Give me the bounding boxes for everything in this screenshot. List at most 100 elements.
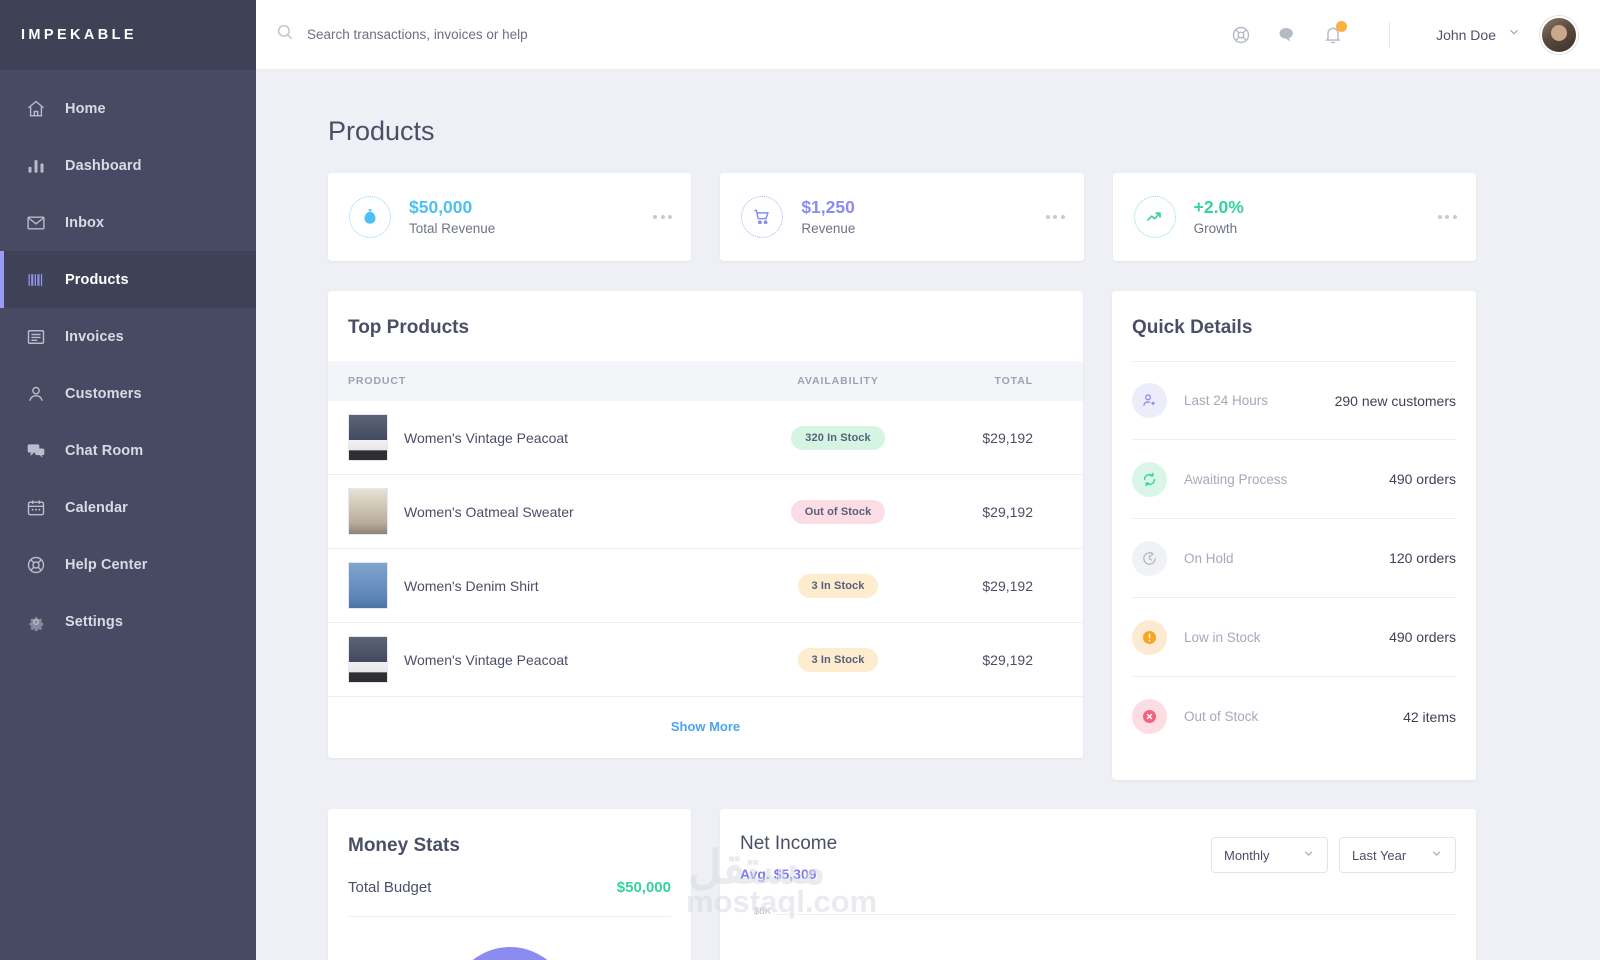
stat-label: Growth [1193,220,1238,236]
quick-details-row-out-of-stock: Out of Stock 42 items [1132,677,1456,756]
stat-cards: $50,000 Total Revenue $1,250 Revenue +2.… [328,173,1476,261]
stat-card-text: $50,000 Total Revenue [409,196,653,238]
product-thumbnail [348,636,388,683]
stat-value: $50,000 [409,197,473,218]
quick-details-label: Low in Stock [1184,629,1261,645]
sidebar-item-inbox[interactable]: Inbox [0,194,256,251]
chevron-down-icon [1430,847,1443,863]
bell-icon[interactable] [1323,20,1348,45]
bar-chart-icon [25,155,47,177]
brand-logo[interactable]: IMPEKABLE [0,0,256,70]
total-budget-value: $50,000 [616,879,671,896]
quick-details-value: 290 new customers [1334,392,1456,409]
quick-details-row-low-in-stock: Low in Stock 490 orders [1132,598,1456,677]
availability-cell: 3 In Stock [743,548,933,623]
quick-details-title: Quick Details [1132,317,1253,338]
stat-card-menu-button[interactable] [1045,215,1065,219]
sidebar-item-label: Calendar [65,499,128,516]
range-select-value: Last Year [1352,847,1407,863]
app-root: IMPEKABLE Home Dashboard Inbox Products … [0,0,1600,960]
close-circle-icon [1132,699,1167,734]
gear-icon [25,611,47,633]
sidebar-item-help-center[interactable]: Help Center [0,536,256,593]
top-bar: John Doe [256,0,1600,70]
net-income-title: Net Income [740,833,838,854]
lifebuoy-icon [25,554,47,576]
clock-icon [1132,540,1167,576]
total-budget-row: Total Budget $50,000 [348,879,671,917]
sidebar-item-invoices[interactable]: Invoices [0,308,256,365]
refresh-icon [1132,461,1167,497]
stat-card-menu-button[interactable] [653,215,673,219]
sidebar-item-chat-room[interactable]: Chat Room [0,422,256,479]
product-thumbnail [348,414,388,461]
quick-details-value: 490 orders [1389,629,1456,645]
stat-card-growth: +2.0% Growth [1112,173,1476,261]
sidebar-item-label: Invoices [65,328,124,345]
column-header-availability: AVAILABILITY [797,375,879,387]
stat-value: $1,250 [801,197,855,218]
sidebar-item-settings[interactable]: Settings [0,593,256,650]
range-select[interactable]: Last Year [1339,837,1456,873]
user-icon [25,383,47,405]
sidebar-item-label: Home [65,100,106,117]
sidebar-item-dashboard[interactable]: Dashboard [0,137,256,194]
product-name: Women's Vintage Peacoat [404,651,569,668]
stat-card-revenue: $1,250 Revenue [720,173,1084,261]
money-bag-icon [349,196,391,238]
money-stats-body: Total Budget $50,000 [328,879,691,917]
status-badge: 320 In Stock [791,425,885,450]
chevron-down-icon [1302,847,1315,863]
show-more-link[interactable]: Show More [328,697,1083,758]
bottom-row: Money Stats Total Budget $50,000 Net Inc… [328,809,1476,960]
stat-card-text: +2.0% Growth [1194,196,1438,238]
table-row[interactable]: Women's Vintage Peacoat 3 In Stock $29,1… [328,622,1083,697]
notification-badge [1336,20,1348,32]
table-header: PRODUCT AVAILABILITY TOTAL [328,361,1083,401]
quick-details-value: 120 orders [1389,550,1456,566]
quick-details-value: 490 orders [1389,471,1456,487]
lifebuoy-icon[interactable] [1231,25,1251,45]
availability-cell: 3 In Stock [743,622,933,697]
sidebar-item-label: Chat Room [65,442,144,459]
user-name: John Doe [1436,26,1496,43]
search-input[interactable] [307,27,727,42]
stat-card-menu-button[interactable] [1437,215,1457,219]
top-products-table: PRODUCT AVAILABILITY TOTAL Women's Vinta… [328,361,1083,697]
chat-icon[interactable] [1277,25,1297,45]
sidebar-item-home[interactable]: Home [0,80,256,137]
chevron-down-icon [1507,25,1521,44]
period-select[interactable]: Monthly [1211,837,1328,873]
net-income-titles: Net Income Avg. $5,309 [740,833,1211,882]
period-select-value: Monthly [1224,847,1270,863]
sidebar-item-calendar[interactable]: Calendar [0,479,256,536]
product-name: Women's Denim Shirt [404,577,539,594]
column-header-product: PRODUCT [348,375,407,387]
product-name: Women's Vintage Peacoat [404,429,569,446]
user-menu[interactable]: John Doe [1436,15,1578,54]
sidebar-item-customers[interactable]: Customers [0,365,256,422]
sidebar-nav: Home Dashboard Inbox Products Invoices C… [0,70,256,650]
page-content: Products $50,000 Total Revenue $1,250 Re… [256,70,1600,960]
net-income-header: Net Income Avg. $5,309 Monthly Last Year [720,809,1476,882]
avatar[interactable] [1540,15,1578,54]
stat-card-total-revenue: $50,000 Total Revenue [328,173,692,261]
quick-details-value: 42 items [1403,708,1456,725]
sidebar: IMPEKABLE Home Dashboard Inbox Products … [0,0,256,960]
table-row[interactable]: Women's Vintage Peacoat 320 In Stock $29… [328,401,1083,475]
sidebar-item-label: Settings [65,613,123,630]
search-container [276,23,1231,46]
quick-details-panel: Quick Details Last 24 Hours 290 new cust… [1112,291,1476,780]
panels-row: Top Products PRODUCT AVAILABILITY TOTAL [328,291,1476,780]
total-cell: $29,192 [933,474,1083,549]
trending-up-icon [1133,196,1176,238]
table-row[interactable]: Women's Denim Shirt 3 In Stock $29,192 [328,548,1083,623]
sidebar-item-products[interactable]: Products [0,251,256,308]
chat-icon [25,440,47,462]
envelope-icon [25,212,47,234]
sidebar-item-label: Help Center [65,556,148,573]
page-title: Products [328,116,435,146]
top-products-panel: Top Products PRODUCT AVAILABILITY TOTAL [328,291,1083,758]
table-row[interactable]: Women's Oatmeal Sweater Out of Stock $29… [328,474,1083,549]
search-icon [276,23,294,46]
